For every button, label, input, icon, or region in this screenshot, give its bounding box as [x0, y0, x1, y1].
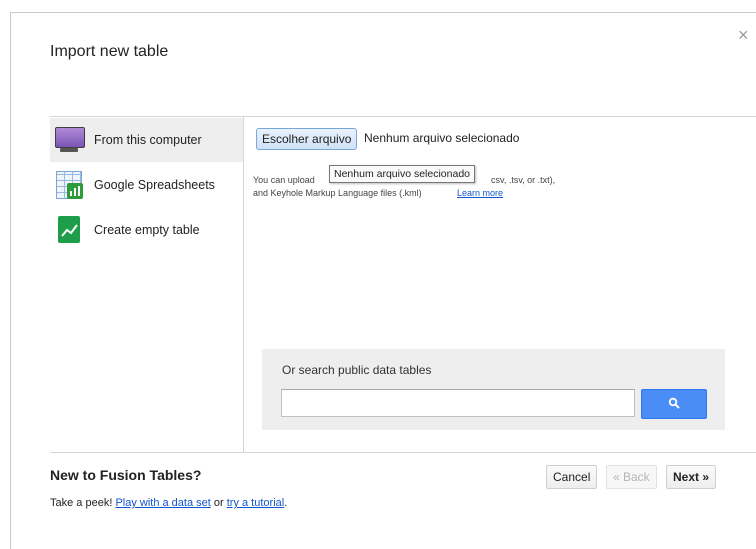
peek-or: or — [213, 497, 224, 509]
next-button[interactable]: Next » — [666, 465, 717, 489]
computer-icon — [54, 125, 85, 155]
source-label: Google Spreadsheets — [94, 178, 215, 192]
source-from-this-computer[interactable]: From this computer — [50, 118, 243, 162]
upload-help-line2: and Keyhole Markup Language files (.kml) — [253, 188, 422, 198]
back-button[interactable]: « Back — [606, 465, 657, 489]
no-file-status: Nenhum arquivo selecionado — [364, 131, 520, 145]
try-tutorial-link[interactable]: try a tutorial — [227, 497, 284, 509]
footer-peek-text: Take a peek! Play with a data set or try… — [50, 497, 287, 509]
source-label: From this computer — [94, 133, 202, 147]
divider-top — [50, 116, 756, 117]
divider-bottom — [50, 452, 756, 453]
peek-prefix: Take a peek! — [50, 497, 113, 509]
search-button[interactable] — [641, 389, 707, 419]
upload-help-start: You can upload — [253, 175, 315, 185]
peek-period: . — [284, 497, 288, 509]
spreadsheet-icon — [54, 170, 84, 200]
play-with-data-link[interactable]: Play with a data set — [115, 497, 210, 509]
search-label: Or search public data tables — [282, 363, 432, 377]
source-google-spreadsheets[interactable]: Google Spreadsheets — [50, 163, 243, 207]
search-input[interactable] — [281, 389, 635, 417]
choose-file-button[interactable]: Escolher arquivo — [256, 128, 358, 150]
divider-side — [243, 117, 244, 452]
upload-help-end: csv, .tsv, or .txt), — [491, 175, 556, 185]
cancel-button[interactable]: Cancel — [546, 465, 598, 489]
search-icon — [668, 397, 680, 409]
file-tooltip: Nenhum arquivo selecionado — [329, 165, 476, 183]
dialog-title: Import new table — [50, 43, 169, 60]
public-search-panel: Or search public data tables — [262, 349, 725, 430]
footer-title: New to Fusion Tables? — [50, 467, 202, 483]
close-icon[interactable]: × — [738, 26, 749, 44]
source-create-empty-table[interactable]: Create empty table — [50, 208, 243, 252]
source-label: Create empty table — [94, 223, 200, 237]
learn-more-link[interactable]: Learn more — [457, 188, 503, 198]
create-table-icon — [54, 215, 84, 245]
